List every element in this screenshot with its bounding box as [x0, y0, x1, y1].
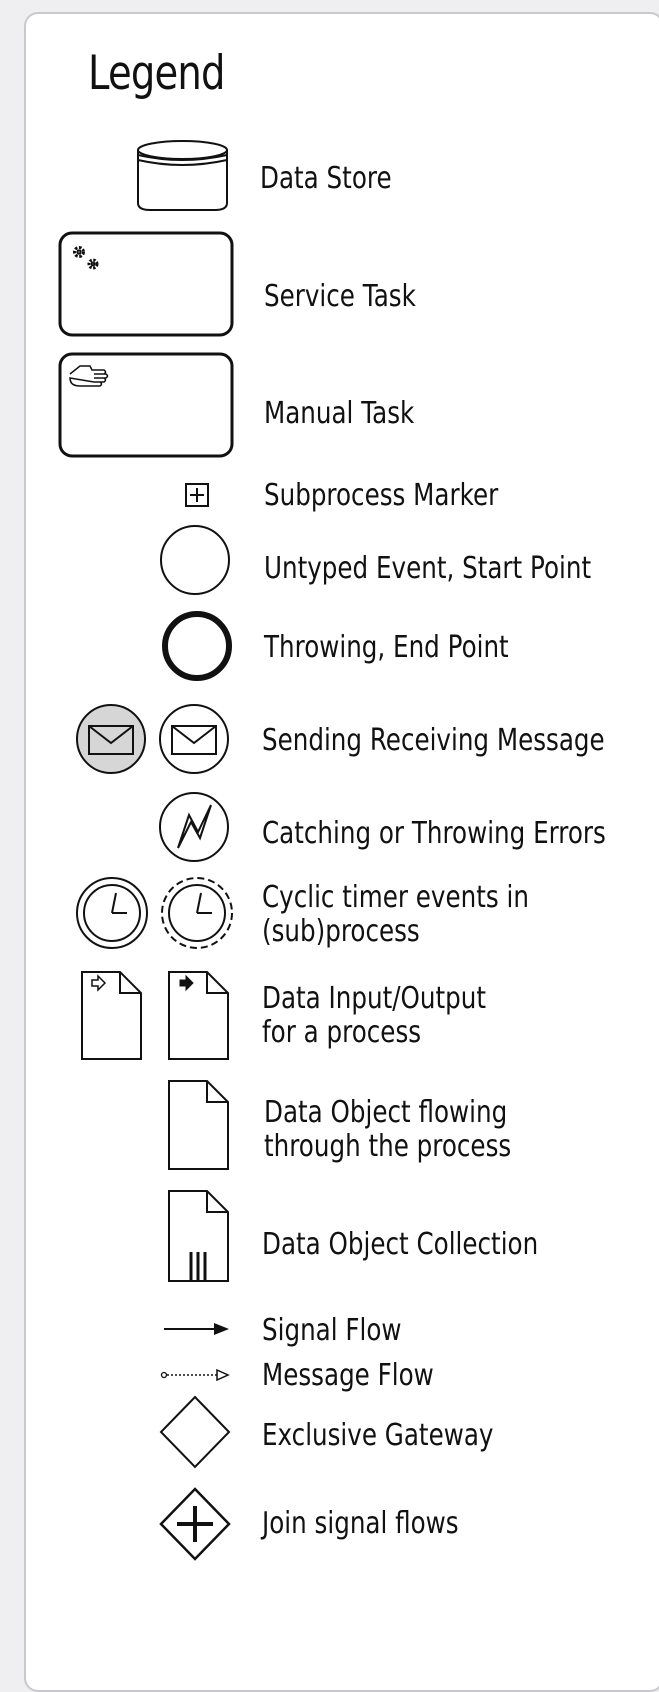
label-manual-task: Manual Task	[264, 396, 415, 431]
timer-event-icon	[76, 877, 148, 949]
label-join-flows: Join signal flows	[262, 1506, 459, 1541]
data-input-icon	[81, 971, 142, 1060]
label-subprocess-marker: Subprocess Marker	[264, 478, 499, 513]
join-gateway-icon	[159, 1487, 231, 1561]
label-errors: Catching or Throwing Errors	[262, 816, 606, 851]
label-exclusive-gateway: Exclusive Gateway	[262, 1418, 494, 1453]
message-flow-arrow-icon	[160, 1368, 230, 1382]
data-output-icon	[168, 971, 229, 1060]
sending-message-icon	[76, 704, 146, 774]
label-untyped-event: Untyped Event, Start Point	[264, 551, 592, 586]
service-task-icon	[58, 231, 234, 337]
receiving-message-icon	[159, 704, 229, 774]
label-data-collection: Data Object Collection	[262, 1227, 539, 1262]
label-message: Sending Receiving Message	[262, 723, 605, 758]
label-data-store: Data Store	[260, 161, 392, 196]
label-cyclic-timer: Cyclic timer events in (sub)process	[262, 880, 529, 949]
label-throwing-end: Throwing, End Point	[264, 630, 509, 665]
untyped-event-icon	[160, 525, 230, 595]
data-collection-icon	[168, 1190, 229, 1282]
subprocess-marker-icon	[185, 483, 209, 507]
label-signal-flow: Signal Flow	[262, 1313, 402, 1348]
manual-task-icon	[58, 352, 234, 458]
label-data-io: Data Input/Output for a process	[262, 981, 487, 1050]
end-event-icon	[162, 611, 232, 681]
data-store-icon	[137, 140, 228, 211]
cyclic-timer-icon	[161, 877, 233, 949]
data-object-icon	[168, 1080, 229, 1170]
label-message-flow: Message Flow	[262, 1358, 434, 1393]
signal-flow-arrow-icon	[164, 1323, 229, 1335]
exclusive-gateway-icon	[159, 1395, 231, 1469]
label-service-task: Service Task	[264, 279, 416, 314]
label-data-object: Data Object flowing through the process	[264, 1095, 512, 1164]
error-event-icon	[159, 792, 229, 862]
